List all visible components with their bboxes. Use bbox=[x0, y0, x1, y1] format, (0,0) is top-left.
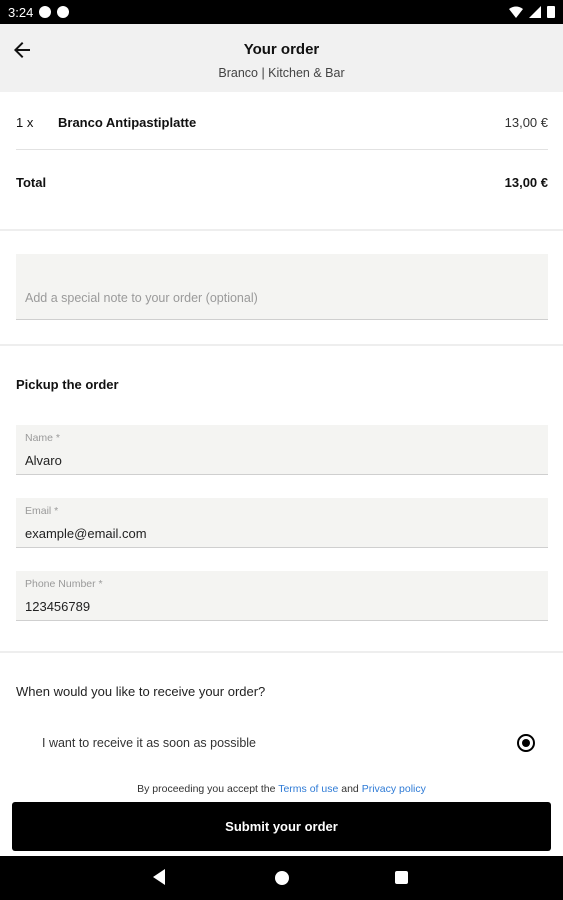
asap-radio-button[interactable] bbox=[517, 734, 535, 752]
page-title: Your order bbox=[243, 41, 320, 58]
terms-prefix: By proceeding you accept the bbox=[137, 783, 276, 795]
nav-back-icon[interactable] bbox=[153, 869, 165, 885]
phone-field[interactable]: Phone Number * 123456789 bbox=[16, 571, 548, 621]
notification-icon bbox=[39, 6, 52, 18]
privacy-policy-link[interactable]: Privacy policy bbox=[362, 783, 426, 795]
nav-recents-icon[interactable] bbox=[395, 871, 408, 884]
terms-and: and bbox=[341, 783, 359, 795]
section-divider bbox=[0, 229, 563, 231]
terms-of-use-link[interactable]: Terms of use bbox=[278, 783, 338, 795]
total-value: 13,00 € bbox=[504, 175, 548, 190]
email-label: Email * bbox=[25, 505, 59, 517]
order-item: 1 x Branco Antipastiplatte 13,00 € bbox=[16, 115, 548, 133]
name-field[interactable]: Name * Alvaro bbox=[16, 425, 548, 475]
notification-icon bbox=[57, 6, 70, 18]
timing-question: When would you like to receive your orde… bbox=[16, 684, 266, 699]
total-label: Total bbox=[16, 175, 47, 190]
name-label: Name * bbox=[25, 432, 61, 444]
phone-value: 123456789 bbox=[25, 599, 91, 614]
status-icons bbox=[509, 5, 555, 18]
phone-label: Phone Number * bbox=[25, 578, 103, 590]
section-divider bbox=[0, 344, 563, 346]
status-time: 3:24 bbox=[8, 4, 34, 20]
divider bbox=[16, 149, 548, 150]
battery-icon bbox=[547, 6, 555, 18]
pickup-title: Pickup the order bbox=[16, 377, 119, 392]
status-bar: 3:24 bbox=[0, 0, 563, 24]
submit-label: Submit your order bbox=[225, 819, 338, 834]
name-value: Alvaro bbox=[25, 453, 62, 468]
wifi-icon bbox=[509, 6, 523, 18]
total-row: Total 13,00 € bbox=[16, 175, 548, 190]
asap-option-label[interactable]: I want to receive it as soon as possible bbox=[42, 736, 256, 750]
terms-notice: By proceeding you accept the Terms of us… bbox=[0, 783, 563, 795]
system-nav-bar bbox=[0, 856, 563, 900]
item-price: 13,00 € bbox=[504, 115, 548, 130]
signal-icon bbox=[529, 5, 541, 18]
restaurant-name: Branco | Kitchen & Bar bbox=[218, 66, 345, 80]
app-header: Your order Branco | Kitchen & Bar bbox=[0, 24, 563, 92]
special-note-input[interactable]: Add a special note to your order (option… bbox=[16, 254, 548, 320]
section-divider bbox=[0, 651, 563, 653]
email-value: example@email.com bbox=[25, 526, 147, 541]
email-field[interactable]: Email * example@email.com bbox=[16, 498, 548, 548]
nav-home-icon[interactable] bbox=[275, 871, 289, 885]
item-quantity: 1 x bbox=[16, 115, 34, 130]
item-name: Branco Antipastiplatte bbox=[58, 115, 197, 130]
submit-order-button[interactable]: Submit your order bbox=[12, 802, 551, 851]
note-placeholder: Add a special note to your order (option… bbox=[25, 291, 258, 305]
